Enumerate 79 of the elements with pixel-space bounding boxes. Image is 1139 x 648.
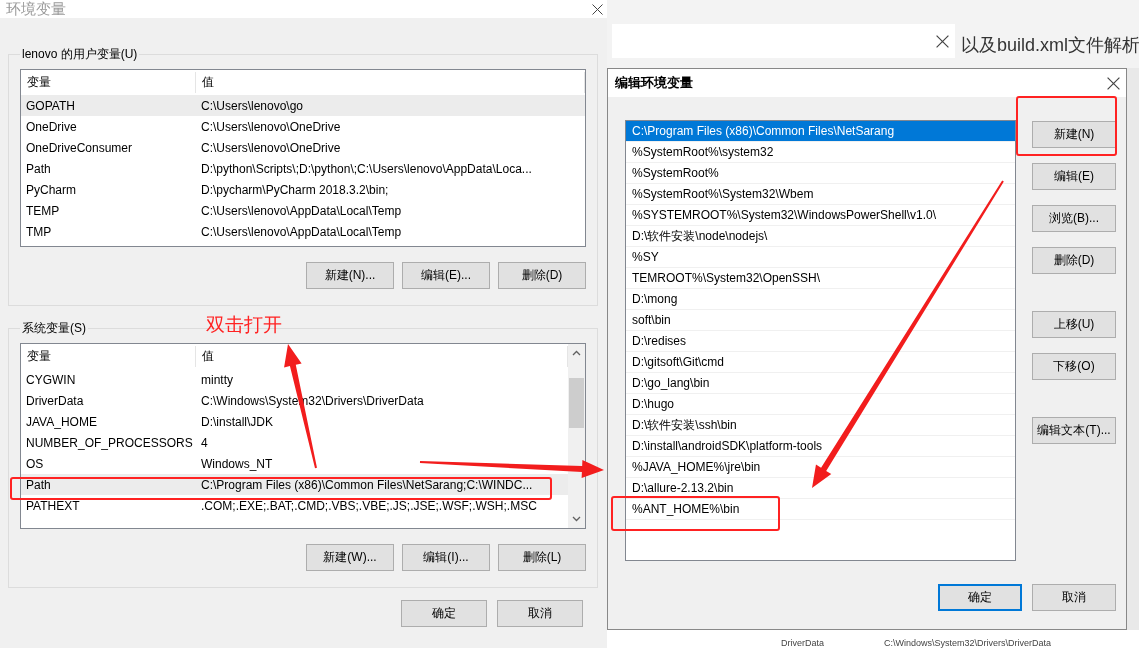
dialog-button[interactable]: 新建(N)... [306, 262, 394, 289]
article-title: 以及build.xml文件解析 [961, 34, 1139, 57]
group-label: 系统变量(S) [21, 320, 87, 337]
close-icon[interactable] [936, 34, 949, 48]
window-title: 环境变量 [6, 0, 66, 19]
close-icon[interactable] [1107, 76, 1120, 90]
variable-value: C:\Users\lenovo\OneDrive [200, 140, 342, 155]
variable-value: C:\Program Files (x86)\Common Files\NetSarang;C:\WINDC... [200, 477, 534, 492]
dialog-button[interactable]: 新建(N) [1032, 121, 1116, 148]
dialog-button[interactable]: 浏览(B)... [1032, 205, 1116, 232]
variable-row[interactable]: TMP C:\Users\lenovo\AppData\Local\Temp [21, 221, 585, 242]
variable-row[interactable]: CYGWIN mintty [21, 369, 568, 390]
dialog-button[interactable]: 下移(O) [1032, 353, 1116, 380]
scroll-up-icon[interactable] [572, 350, 581, 356]
dialog-button[interactable]: 删除(D) [498, 262, 586, 289]
scroll-thumb[interactable] [569, 378, 584, 428]
variable-name: PATHEXT [25, 498, 81, 513]
group-label: lenovo 的用户变量(U) [21, 46, 139, 63]
path-entry[interactable]: %SystemRoot%\system32 [626, 142, 1015, 163]
dialog-button[interactable]: 确定 [938, 584, 1022, 611]
dialog-button[interactable]: 确定 [401, 600, 487, 627]
variable-name: Path [25, 477, 52, 492]
variable-name: JAVA_HOME [25, 414, 98, 429]
column-header[interactable]: 值 [196, 72, 585, 93]
variable-row[interactable]: Path D:\python\Scripts\;D:\python\;C:\Users\lenovo\AppData\Loca... [21, 158, 585, 179]
variable-value: .COM;.EXE;.BAT;.CMD;.VBS;.VBE;.JS;.JSE;.WSF;.WSH;.MSC [200, 498, 538, 513]
scrollbar[interactable] [568, 344, 585, 528]
variable-row[interactable]: PATHEXT .COM;.EXE;.BAT;.CMD;.VBS;.VBE;.JS;.JSE;.WSF;.WSH;.MSC [21, 495, 568, 516]
variable-name: OneDriveConsumer [25, 140, 134, 155]
column-header[interactable]: 变量 [21, 346, 196, 367]
variable-name: GOPATH [25, 98, 76, 113]
variable-row[interactable]: PyCharm D:\pycharm\PyCharm 2018.3.2\bin; [21, 179, 585, 200]
path-entry[interactable]: %ANT_HOME%\bin [626, 499, 1015, 520]
dialog-button[interactable]: 上移(U) [1032, 311, 1116, 338]
dialog-button[interactable]: 取消 [497, 600, 583, 627]
dialog-button[interactable]: 编辑(E)... [402, 262, 490, 289]
variable-name: Path [25, 161, 52, 176]
variable-value: D:\install\JDK [200, 414, 275, 429]
variable-row[interactable]: OneDriveConsumer C:\Users\lenovo\OneDrive [21, 137, 585, 158]
path-entry[interactable]: C:\Program Files (x86)\Common Files\NetSarang [626, 121, 1015, 142]
variable-value: 4 [200, 435, 209, 450]
variable-name: OneDrive [25, 119, 78, 134]
variable-value: C:\Users\lenovo\AppData\Local\Temp [200, 224, 403, 239]
annotation-label: 双击打开 [206, 313, 282, 337]
variable-value: mintty [200, 372, 234, 387]
variable-value: C:\Users\lenovo\AppData\Local\Temp [200, 203, 403, 218]
variable-name: TMP [25, 224, 53, 239]
dialog-button[interactable]: 删除(L) [498, 544, 586, 571]
variable-value: C:\Windows\System32\Drivers\DriverData [884, 638, 1052, 648]
variable-value: D:\pycharm\PyCharm 2018.3.2\bin; [200, 182, 390, 197]
dialog-button[interactable]: 编辑(I)... [402, 544, 490, 571]
close-icon[interactable] [592, 3, 603, 15]
variable-name: NUMBER_OF_PROCESSORS [25, 435, 194, 450]
variable-value: Windows_NT [200, 456, 274, 471]
scroll-down-icon[interactable] [572, 516, 581, 522]
dialog-button[interactable]: 取消 [1032, 584, 1116, 611]
variable-row[interactable]: Path C:\Program Files (x86)\Common Files\NetSarang;C:\WINDC... [21, 474, 568, 495]
variable-name: TEMP [25, 203, 61, 218]
variable-name: PyCharm [25, 182, 77, 197]
path-entry[interactable]: %SystemRoot% [626, 163, 1015, 184]
dialog-button[interactable]: 编辑文本(T)... [1032, 417, 1116, 444]
column-header[interactable]: 变量 [21, 72, 196, 93]
dialog-button[interactable]: 编辑(E) [1032, 163, 1116, 190]
variable-row[interactable]: JAVA_HOME D:\install\JDK [21, 411, 568, 432]
variable-row[interactable]: GOPATH C:\Users\lenovo\go [21, 95, 585, 116]
variable-row[interactable]: OS Windows_NT [21, 453, 568, 474]
dialog-button[interactable]: 新建(W)... [306, 544, 394, 571]
variable-name: DriverData [25, 393, 85, 408]
variable-name: CYGWIN [25, 372, 77, 387]
variable-name: OS [25, 456, 45, 471]
variable-value: D:\python\Scripts\;D:\python\;C:\Users\lenovo\AppData\Loca... [200, 161, 533, 176]
variable-name: DriverData [781, 638, 824, 648]
variable-row[interactable]: OneDrive C:\Users\lenovo\OneDrive [21, 116, 585, 137]
variable-value: C:\Users\lenovo\go [200, 98, 305, 113]
variable-row[interactable]: TEMP C:\Users\lenovo\AppData\Local\Temp [21, 200, 585, 221]
variable-value: C:\Users\lenovo\OneDrive [200, 119, 342, 134]
dialog-button[interactable]: 删除(D) [1032, 247, 1116, 274]
variable-row[interactable]: NUMBER_OF_PROCESSORS 4 [21, 432, 568, 453]
window-title: 编辑环境变量 [615, 74, 693, 92]
